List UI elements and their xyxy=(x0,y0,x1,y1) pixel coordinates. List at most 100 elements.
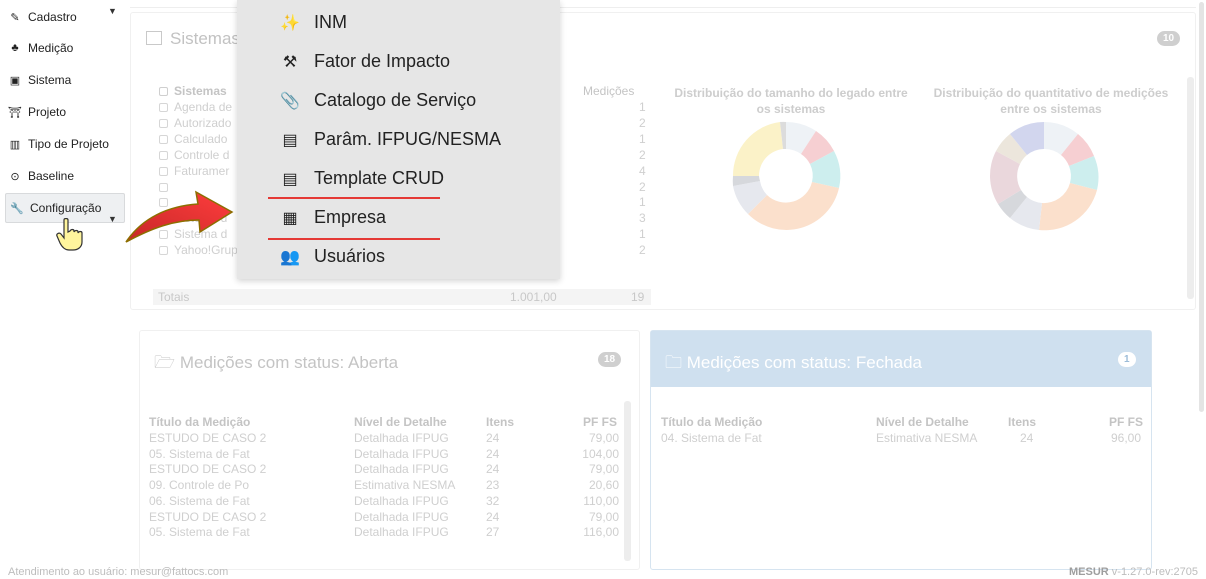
col-pf-header[interactable]: PF FS xyxy=(583,415,617,429)
open-scrollbar[interactable] xyxy=(624,401,631,561)
menu-item-inm[interactable]: ✨ INM xyxy=(278,12,347,33)
users-icon: 👥 xyxy=(280,248,300,266)
measurement-count: 2 xyxy=(639,243,646,258)
sidebar-item-label: Sistema xyxy=(28,73,72,87)
row-checkbox[interactable] xyxy=(159,166,168,176)
menu-item-fator-de-impacto[interactable]: ⚒ Fator de Impacto xyxy=(278,51,450,72)
menu-item-empresa[interactable]: ▦ Empresa xyxy=(278,207,386,228)
pf-fs-value: 79,00 xyxy=(588,431,619,445)
detail-level: Detalhada IFPUG xyxy=(354,509,449,524)
version-footer: MESUR v-1.27.0-rev:2705 xyxy=(1069,566,1198,578)
col-itens-header[interactable]: Itens xyxy=(1008,415,1036,429)
screen-icon: ▣ xyxy=(9,74,21,87)
measurement-count: 1 xyxy=(639,227,646,242)
highlight-underline xyxy=(268,197,440,199)
system-name: Controle d xyxy=(174,147,230,162)
chevron-down-icon[interactable]: ▼ xyxy=(108,214,117,224)
sidebar-item-sistema[interactable]: ▣ Sistema xyxy=(7,67,72,93)
sidebar-item-label: Projeto xyxy=(28,105,67,119)
sidebar-item-medicao[interactable]: ♣ Medição xyxy=(7,35,73,61)
items-count: 23 xyxy=(486,478,500,493)
chart-measurements-title: Distribuição do quantitativo de medições… xyxy=(933,86,1169,116)
row-checkbox[interactable] xyxy=(159,134,168,144)
measurement-title[interactable]: 05. Sistema de Fat xyxy=(149,525,250,539)
col-nivel-header[interactable]: Nível de Detalhe xyxy=(354,415,447,429)
menu-item-catalogo-de-servico[interactable]: 📎 Catalogo de Serviço xyxy=(278,90,476,111)
measurement-count: 1 xyxy=(639,100,646,114)
col-titulo-header[interactable]: Título da Medição xyxy=(149,415,250,429)
highlight-underline xyxy=(268,238,440,240)
sidebar-item-baseline[interactable]: ⊙ Baseline xyxy=(7,163,74,189)
col-titulo-header[interactable]: Título da Medição xyxy=(661,415,762,429)
circle-dot-icon: ⊙ xyxy=(10,170,20,183)
sitemap-icon: ▥ xyxy=(9,138,21,151)
row-checkbox[interactable] xyxy=(159,150,168,160)
menu-item-template-crud[interactable]: ▤ Template CRUD xyxy=(278,168,444,189)
measurement-title[interactable]: 06. Sistema de Fat xyxy=(149,494,250,508)
col-nivel-header[interactable]: Nível de Detalhe xyxy=(876,415,969,429)
detail-level: Detalhada IFPUG xyxy=(354,525,449,540)
col-medicoes-header: Medições xyxy=(583,84,635,98)
system-name: Autorizado xyxy=(174,115,232,130)
table-row[interactable]: Agenda de xyxy=(159,100,232,114)
pf-fs-value: 20,60 xyxy=(588,478,619,493)
pf-fs-value: 104,00 xyxy=(582,446,619,461)
sidebar-item-tipo-de-projeto[interactable]: ▥ Tipo de Projeto xyxy=(7,131,109,157)
sidebar-item-cadastro[interactable]: ✎ Cadastro xyxy=(7,4,77,30)
pf-fs-value: 110,00 xyxy=(583,493,619,508)
pf-fs-value: 79,00 xyxy=(588,509,619,524)
col-pf-header[interactable]: PF FS xyxy=(1109,415,1143,429)
items-count: 27 xyxy=(486,525,500,540)
donut-slice xyxy=(732,122,783,176)
menu-item-param-ifpug-nesma[interactable]: ▤ Parâm. IFPUG/NESMA xyxy=(278,129,501,150)
measurements-donut-chart xyxy=(990,121,1099,231)
measurement-count: 1 xyxy=(639,131,646,146)
systems-count-badge: 10 xyxy=(1157,31,1181,46)
cubes-icon: ♣ xyxy=(11,42,19,54)
row-checkbox[interactable] xyxy=(159,103,168,112)
page-scrollbar[interactable] xyxy=(1199,2,1204,412)
measurement-title[interactable]: 09. Controle de Po xyxy=(149,478,249,492)
measurement-title[interactable]: 05. Sistema de Fat xyxy=(149,447,250,461)
measurement-title[interactable]: ESTUDO DE CASO 2 xyxy=(149,510,266,524)
closed-measurements-panel: 🗀 Medições com status: Fechada 1 Título … xyxy=(650,330,1152,570)
systems-scrollbar[interactable] xyxy=(1187,77,1194,299)
table-row[interactable]: Autorizado xyxy=(159,116,231,130)
col-sistemas-header[interactable]: Sistemas xyxy=(159,84,227,98)
list-icon: ▤ xyxy=(282,131,298,149)
table-row[interactable]: Controle d xyxy=(159,148,229,162)
folder-open-icon: 🗁 xyxy=(154,353,176,372)
measurement-title[interactable]: ESTUDO DE CASO 2 xyxy=(149,431,266,445)
sidebar-item-label: Medição xyxy=(28,41,74,55)
pf-fs-value: 96,00 xyxy=(1110,431,1141,445)
table-row[interactable]: Faturamer xyxy=(159,164,229,178)
measurement-count: 2 xyxy=(639,179,646,194)
sidebar: ✎ Cadastro ▼ ♣ Medição ▣ Sistema ⛩ Proje… xyxy=(0,0,126,579)
col-itens-header[interactable]: Itens xyxy=(486,415,514,429)
measurement-title[interactable]: 04. Sistema de Fat xyxy=(661,431,762,445)
pf-fs-value: 116,00 xyxy=(583,525,619,540)
chevron-down-icon[interactable]: ▼ xyxy=(108,6,117,16)
menu-item-usuarios[interactable]: 👥 Usuários xyxy=(278,246,385,267)
measurement-count: 2 xyxy=(639,147,646,162)
support-footer-text: Atendimento ao usuário: mesur@fattocs.co… xyxy=(8,566,229,578)
row-checkbox[interactable] xyxy=(159,118,168,128)
open-measurements-panel: 🗁 Medições com status: Aberta 18 Título … xyxy=(139,330,640,570)
closed-panel-title: 🗀 Medições com status: Fechada xyxy=(665,353,923,372)
measurement-count: 4 xyxy=(639,163,646,178)
table-row[interactable]: Calculado xyxy=(159,132,227,146)
system-name: Faturamer xyxy=(174,163,230,178)
sidebar-item-projeto[interactable]: ⛩ Projeto xyxy=(7,99,66,125)
totals-count: 19 xyxy=(631,290,645,304)
closed-count-badge: 1 xyxy=(1118,352,1136,367)
totals-row: Totais 1.001,00 19 xyxy=(153,289,651,305)
measurement-title[interactable]: ESTUDO DE CASO 2 xyxy=(149,462,266,476)
bank-icon: ⛩ xyxy=(8,106,22,119)
items-count: 24 xyxy=(486,509,500,524)
sidebar-item-label: Cadastro xyxy=(28,10,77,24)
select-all-checkbox[interactable] xyxy=(159,87,168,96)
items-count: 24 xyxy=(486,431,500,445)
building-icon: ▦ xyxy=(282,209,298,227)
gavel-icon: ⚒ xyxy=(282,53,298,71)
magic-wand-icon: ✨ xyxy=(280,14,300,32)
